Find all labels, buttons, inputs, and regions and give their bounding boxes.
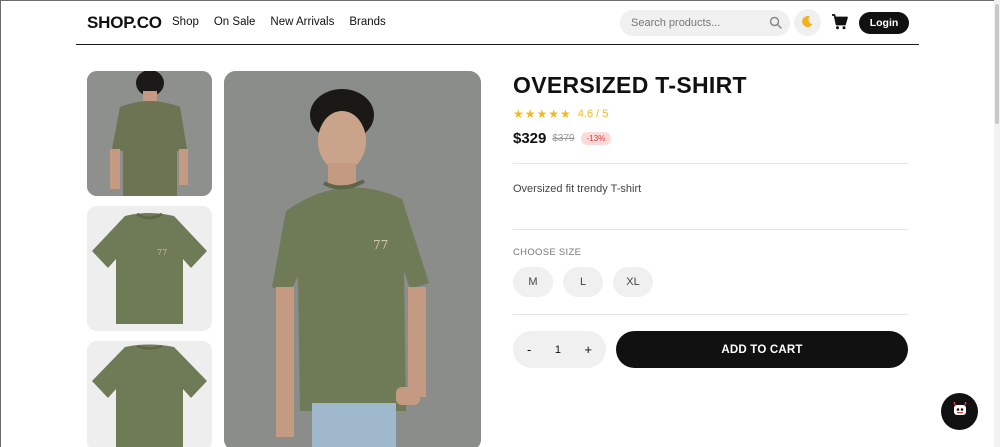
scrollbar[interactable] bbox=[994, 0, 1000, 447]
size-option-m[interactable]: M bbox=[513, 267, 553, 297]
svg-text:77: 77 bbox=[373, 238, 388, 252]
divider bbox=[513, 229, 908, 230]
size-label: CHOOSE SIZE bbox=[513, 247, 582, 258]
product-main-image: 77 bbox=[224, 71, 481, 447]
quantity-stepper: - 1 + bbox=[513, 331, 606, 368]
product-title: OVERSIZED T-SHIRT bbox=[513, 72, 747, 98]
decrease-quantity-button[interactable]: - bbox=[527, 342, 531, 357]
search-input[interactable] bbox=[631, 10, 761, 36]
scrollbar-thumb[interactable] bbox=[995, 4, 999, 124]
product-thumbnail-back[interactable] bbox=[87, 71, 212, 196]
divider bbox=[513, 163, 908, 164]
divider bbox=[513, 314, 908, 315]
robot-icon bbox=[951, 400, 969, 423]
rating-text: 4.6 / 5 bbox=[577, 108, 609, 120]
product-thumbnail-flat-back[interactable] bbox=[87, 341, 212, 447]
price-row: $329 $379 -13% bbox=[513, 130, 612, 147]
product-thumbnail-flat-front[interactable]: 77 bbox=[87, 206, 212, 331]
size-option-xl[interactable]: XL bbox=[613, 267, 653, 297]
search-icon[interactable] bbox=[769, 16, 782, 34]
add-to-cart-button[interactable]: ADD TO CART bbox=[616, 331, 908, 368]
nav-link-on-sale[interactable]: On Sale bbox=[214, 16, 256, 28]
theme-toggle-button[interactable] bbox=[794, 9, 821, 36]
top-nav: SHOP.CO Shop On Sale New Arrivals Brands… bbox=[76, 0, 919, 45]
svg-text:77: 77 bbox=[157, 248, 167, 257]
product-description: Oversized fit trendy T-shirt bbox=[513, 183, 642, 195]
nav-links: Shop On Sale New Arrivals Brands bbox=[172, 16, 386, 28]
login-button[interactable]: Login bbox=[859, 12, 909, 34]
nav-link-shop[interactable]: Shop bbox=[172, 16, 199, 28]
nav-link-new-arrivals[interactable]: New Arrivals bbox=[270, 16, 334, 28]
quantity-value: 1 bbox=[554, 343, 561, 356]
size-options: M L XL bbox=[513, 267, 653, 297]
logo[interactable]: SHOP.CO bbox=[87, 13, 162, 33]
cart-icon[interactable] bbox=[831, 13, 849, 31]
nav-link-brands[interactable]: Brands bbox=[349, 16, 385, 28]
increase-quantity-button[interactable]: + bbox=[584, 342, 592, 357]
size-option-l[interactable]: L bbox=[563, 267, 603, 297]
product-rating: ★★★★★ 4.6 / 5 bbox=[513, 107, 608, 121]
discount-badge: -13% bbox=[580, 132, 612, 145]
window-border-left bbox=[0, 0, 1, 447]
moon-icon bbox=[801, 15, 814, 31]
search-box bbox=[620, 10, 790, 36]
chat-assistant-button[interactable] bbox=[941, 393, 978, 430]
star-rating-icons: ★★★★★ bbox=[513, 107, 572, 121]
current-price: $329 bbox=[513, 130, 547, 147]
original-price: $379 bbox=[552, 133, 575, 144]
